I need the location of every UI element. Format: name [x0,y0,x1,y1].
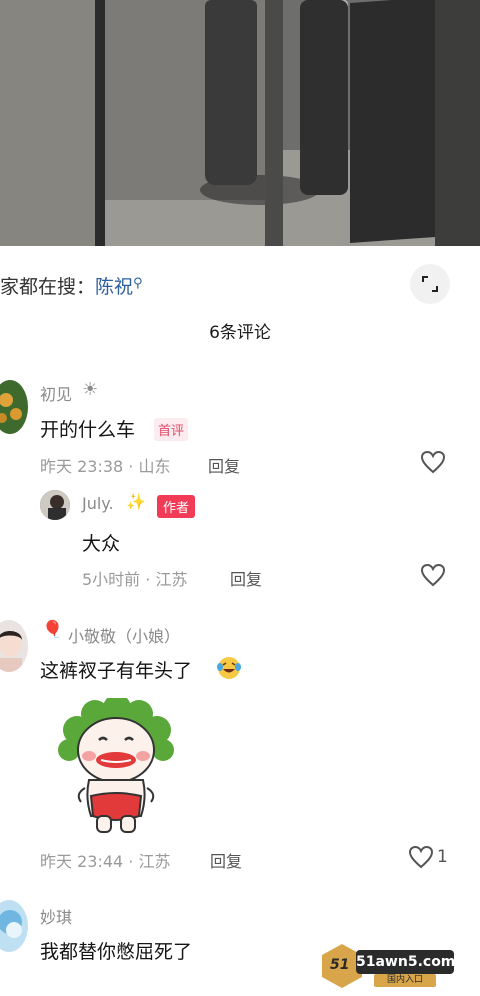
reply-text: 大众 [82,533,121,555]
sparkle-icon: ✨ [126,492,146,511]
search-keyword[interactable]: 陈祝 [95,276,133,298]
watermark-text: 51awn5.com [356,950,455,974]
comment-author[interactable]: 初见 [40,381,72,405]
fullscreen-button[interactable] [410,264,450,304]
comment-text: 我都替你憋屈死了 [40,941,193,963]
avatar[interactable] [0,380,28,434]
reply-button[interactable]: 回复 [230,566,262,590]
search-prefix: 家都在搜： [0,276,96,298]
avatar[interactable] [0,900,28,952]
comment-text: 开的什么车 [40,419,136,441]
comment-text: 这裤衩子有年头了 [40,660,193,682]
avatar[interactable] [0,620,28,672]
comment-time-location: 昨天 23:38 · 山东 [40,457,171,476]
video-door-frame [95,0,105,246]
reply-button[interactable]: 回复 [210,848,242,872]
video-pillar [265,0,283,246]
video-person [205,0,257,185]
avatar[interactable] [40,490,70,520]
like-icon[interactable] [420,450,446,474]
watermark-logo: 51 51awn5.com 国内入口 [322,944,455,988]
video-player[interactable] [0,0,480,246]
video-person [300,0,348,195]
comment-author[interactable]: 小敬敬（小娘） [68,623,180,647]
expand-icon [422,276,438,292]
laughing-crying-icon [217,657,241,679]
reply-time-location: 5小时前 · 江苏 [82,570,188,589]
like-icon[interactable] [408,845,434,869]
reply-author[interactable]: July. [82,494,114,513]
like-count: 1 [437,847,448,867]
video-wall [435,0,480,246]
author-tag: 作者 [157,495,196,518]
video-door [350,0,435,243]
comment-author[interactable]: 妙琪 [40,904,72,928]
search-suggestion[interactable]: 家都在搜：陈祝⚲ [0,262,480,306]
watermark-subtext: 国内入口 [374,974,436,987]
search-suggestion-text[interactable]: 家都在搜：陈祝⚲ [0,272,143,299]
balloon-icon: 🎈 [42,620,64,640]
search-icon: ⚲ [133,276,143,291]
video-wall [0,0,95,246]
reply-button[interactable]: 回复 [208,453,240,477]
comment-time-location: 昨天 23:44 · 江苏 [40,852,171,871]
first-comment-tag: 首评 [154,418,189,441]
comments-count: 6条评论 [209,323,271,343]
clown-sticker[interactable] [55,698,175,838]
sun-icon: ☀ [82,379,99,400]
like-icon[interactable] [420,563,446,587]
